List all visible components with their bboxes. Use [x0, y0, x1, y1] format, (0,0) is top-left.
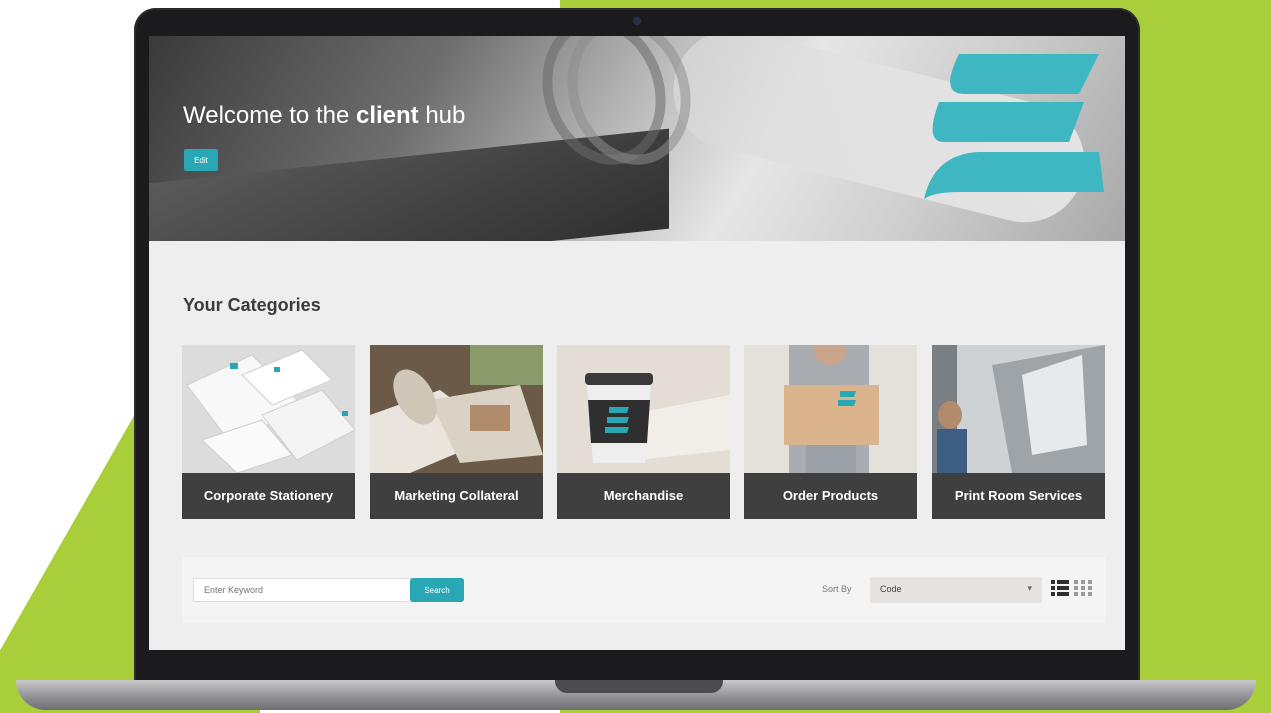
category-card-print-room-services[interactable]: Print Room Services: [932, 345, 1105, 519]
search-toolbar: Search Sort By Code ▾: [182, 557, 1106, 623]
section-title: Your Categories: [183, 295, 321, 315]
sort-select[interactable]: Code ▾: [870, 577, 1042, 603]
sort-label: Sort By: [822, 584, 852, 594]
coffee-cup-photo-icon: [557, 345, 730, 473]
category-grid: Corporate Stationery Marketing Collatera…: [182, 345, 1106, 519]
chevron-down-icon: ▾: [1027, 583, 1032, 593]
stage: Welcome to the client hub Edit Your Cate…: [0, 0, 1271, 713]
search-button[interactable]: Search: [410, 578, 464, 602]
box-delivery-photo-icon: [744, 345, 917, 473]
title-pre: Welcome to the: [183, 102, 356, 129]
browser-screen: Welcome to the client hub Edit Your Cate…: [149, 36, 1125, 650]
category-label: Order Products: [744, 473, 917, 519]
category-label: Corporate Stationery: [182, 473, 355, 519]
search-input[interactable]: [193, 578, 411, 602]
page-title: Welcome to the client hub: [183, 102, 465, 130]
hero-banner: Welcome to the client hub Edit: [149, 36, 1125, 241]
category-label: Merchandise: [557, 473, 730, 519]
category-label: Print Room Services: [932, 473, 1105, 519]
camera-dot: [634, 18, 640, 24]
category-card-corporate-stationery[interactable]: Corporate Stationery: [182, 345, 355, 519]
stationery-photo-icon: [182, 345, 355, 473]
title-post: hub: [418, 102, 466, 129]
list-view-icon[interactable]: [1051, 579, 1069, 597]
sort-selected-value: Code: [880, 584, 902, 594]
edit-button[interactable]: Edit: [184, 149, 218, 171]
category-card-order-products[interactable]: Order Products: [744, 345, 917, 519]
grid-view-icon[interactable]: [1074, 579, 1092, 597]
laptop-frame: Welcome to the client hub Edit Your Cate…: [134, 8, 1140, 684]
category-card-merchandise[interactable]: Merchandise: [557, 345, 730, 519]
title-bold: client: [355, 102, 419, 129]
category-card-marketing-collateral[interactable]: Marketing Collateral: [370, 345, 543, 519]
category-label: Marketing Collateral: [370, 473, 543, 519]
brand-logo-icon: [924, 54, 1104, 199]
laptop-notch: [555, 680, 723, 693]
print-room-photo-icon: [932, 345, 1105, 473]
brochures-photo-icon: [370, 345, 543, 473]
